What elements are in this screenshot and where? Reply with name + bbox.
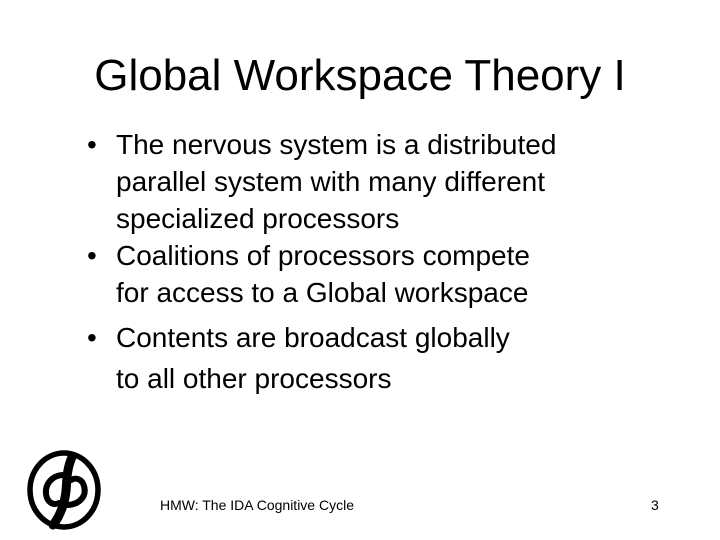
bullet-dot: •: [87, 240, 97, 271]
bullet-1-line-1: The nervous system is a distributed: [116, 129, 557, 160]
bullet-3-line-1: Contents are broadcast globally: [116, 322, 510, 353]
bullet-dot: •: [87, 322, 97, 353]
slide: Global Workspace Theory I • The nervous …: [0, 0, 720, 540]
bullet-2-line-2: for access to a Global workspace: [116, 277, 529, 308]
university-of-memphis-logo-icon: [27, 450, 101, 530]
page-number: 3: [651, 497, 659, 513]
bullet-item-2: • Coalitions of processors compete for a…: [82, 237, 682, 311]
footer-text: HMW: The IDA Cognitive Cycle: [160, 497, 354, 513]
bullet-item-3: • Contents are broadcast globally to all…: [82, 317, 682, 399]
bullet-1-line-2: parallel system with many different: [116, 166, 545, 197]
bullet-3-line-2: to all other processors: [116, 363, 392, 394]
bullet-list: • The nervous system is a distributed pa…: [82, 126, 682, 399]
bullet-dot: •: [87, 129, 97, 160]
slide-title: Global Workspace Theory I: [94, 51, 626, 100]
bullet-2-line-1: Coalitions of processors compete: [116, 240, 530, 271]
bullet-item-1: • The nervous system is a distributed pa…: [82, 126, 682, 237]
bullet-1-line-3: specialized processors: [116, 203, 400, 234]
